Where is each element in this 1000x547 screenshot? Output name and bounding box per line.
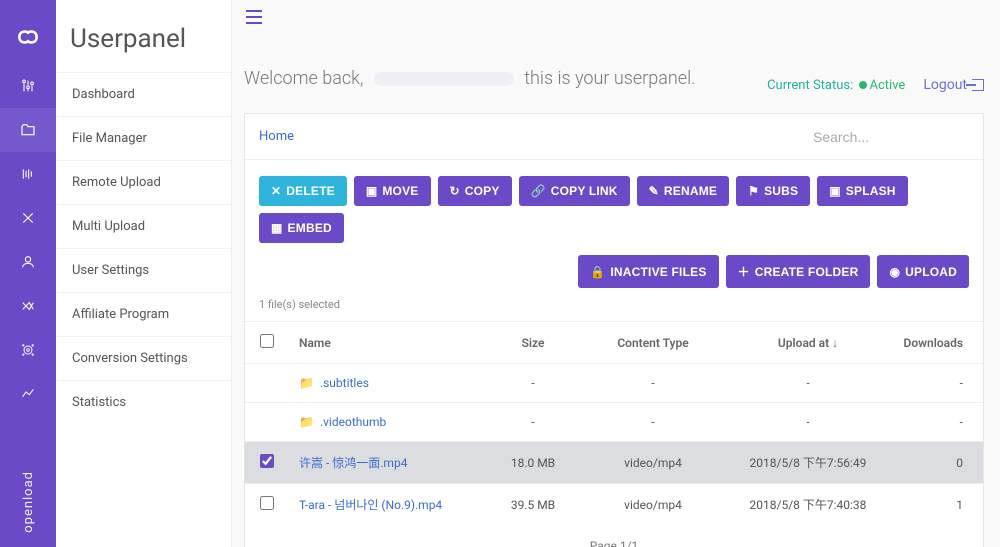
folder-icon: 📁 [299, 415, 314, 429]
welcome-text: Welcome back, this is your userpanel. [234, 40, 767, 107]
app-title: Userpanel [56, 0, 231, 72]
link-icon: 🔗 [531, 184, 546, 198]
refresh-icon: ↻ [450, 184, 460, 198]
copylink-button[interactable]: 🔗COPY LINK [519, 176, 630, 206]
rail-affiliate-icon[interactable] [0, 284, 56, 328]
nav-dashboard[interactable]: Dashboard [56, 72, 231, 116]
col-downloads[interactable]: Downloads [893, 322, 983, 364]
file-table: Name Size Content Type Upload at ↓ Downl… [245, 321, 983, 525]
table-row[interactable]: 许嵩 - 惊鸿一面.mp4 18.0 MB video/mp4 2018/5/8… [245, 442, 983, 484]
rename-button[interactable]: ✎RENAME [637, 176, 729, 206]
logo-icon [15, 10, 41, 64]
logout-icon [972, 79, 984, 91]
nav-conversion[interactable]: Conversion Settings [56, 336, 231, 380]
table-row[interactable]: T-ara - 넘버나인 (No.9).mp4 39.5 MB video/mp… [245, 484, 983, 526]
sort-down-icon: ↓ [832, 336, 838, 350]
icon-rail: openload [0, 0, 56, 547]
hamburger-icon[interactable] [242, 4, 266, 34]
brand-text: openload [21, 457, 36, 547]
plus-icon: ＋ [738, 263, 750, 280]
nav-user-settings[interactable]: User Settings [56, 248, 231, 292]
splash-button[interactable]: ▣SPLASH [817, 176, 907, 206]
col-name[interactable]: Name [289, 322, 483, 364]
col-upload[interactable]: Upload at ↓ [723, 322, 893, 364]
upload-button[interactable]: ◉UPLOAD [877, 255, 969, 288]
folder-icon: 📁 [299, 376, 314, 390]
nav-affiliate[interactable]: Affiliate Program [56, 292, 231, 336]
status-dot-icon [859, 81, 867, 89]
subs-button[interactable]: ⚑SUBS [736, 176, 810, 206]
col-ctype[interactable]: Content Type [583, 322, 723, 364]
rail-multi-upload-icon[interactable] [0, 196, 56, 240]
selection-count: 1 file(s) selected [245, 298, 983, 321]
col-size[interactable]: Size [483, 322, 583, 364]
toolbar-secondary: 🔒INACTIVE FILES ＋CREATE FOLDER ◉UPLOAD [245, 251, 983, 298]
nav-remote-upload[interactable]: Remote Upload [56, 160, 231, 204]
sidebar: Userpanel Dashboard File Manager Remote … [56, 0, 232, 547]
select-all-checkbox[interactable] [260, 334, 274, 348]
embed-icon: ▦ [271, 221, 283, 235]
rail-filemanager-icon[interactable] [0, 108, 56, 152]
rail-conversion-icon[interactable] [0, 328, 56, 372]
rail-remote-upload-icon[interactable] [0, 152, 56, 196]
main: Welcome back, this is your userpanel. Cu… [232, 0, 1000, 547]
logout-link[interactable]: Logout [923, 77, 984, 93]
sidebar-nav: Dashboard File Manager Remote Upload Mul… [56, 72, 231, 424]
pager: Page 1/1 [245, 525, 983, 547]
delete-icon: ✕ [271, 184, 281, 198]
nav-statistics[interactable]: Statistics [56, 380, 231, 424]
table-row[interactable]: 📁.videothumb - - - - [245, 403, 983, 442]
username-redacted [374, 72, 514, 86]
rail-statistics-icon[interactable] [0, 372, 56, 416]
nav-file-manager[interactable]: File Manager [56, 116, 231, 160]
breadcrumb-home[interactable]: Home [259, 129, 294, 144]
image-icon: ▣ [829, 184, 841, 198]
row-checkbox[interactable] [260, 496, 274, 510]
move-button[interactable]: ▣MOVE [354, 176, 431, 206]
inactive-files-button[interactable]: 🔒INACTIVE FILES [578, 255, 718, 288]
delete-button[interactable]: ✕DELETE [259, 176, 347, 206]
toolbar: ✕DELETE ▣MOVE ↻COPY 🔗COPY LINK ✎RENAME ⚑… [245, 160, 983, 251]
move-icon: ▣ [366, 184, 378, 198]
table-row[interactable]: 📁.subtitles - - - - [245, 364, 983, 403]
search-input[interactable] [809, 121, 969, 153]
search-wrap [809, 121, 969, 153]
status-label: Current Status: Active [767, 78, 905, 93]
copy-button[interactable]: ↻COPY [438, 176, 512, 206]
rail-dashboard-icon[interactable] [0, 64, 56, 108]
row-checkbox[interactable] [260, 454, 274, 468]
embed-button[interactable]: ▦EMBED [259, 213, 344, 243]
flag-icon: ⚑ [748, 184, 759, 198]
file-panel: Home ✕DELETE ▣MOVE ↻COPY 🔗COPY LINK ✎REN… [244, 113, 984, 547]
rail-user-settings-icon[interactable] [0, 240, 56, 284]
create-folder-button[interactable]: ＋CREATE FOLDER [726, 255, 871, 288]
nav-multi-upload[interactable]: Multi Upload [56, 204, 231, 248]
lock-icon: 🔒 [590, 265, 605, 279]
upload-icon: ◉ [889, 265, 900, 279]
edit-icon: ✎ [649, 184, 659, 198]
